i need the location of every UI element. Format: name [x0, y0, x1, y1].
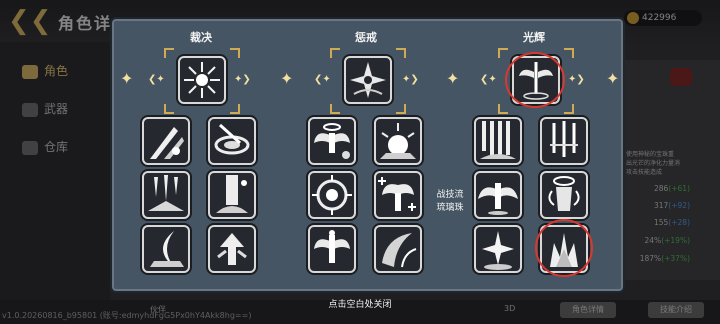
side-label-line: 琉璃珠 [436, 203, 464, 213]
pillar-strike-icon[interactable] [208, 171, 256, 219]
compass-star-icon[interactable] [344, 56, 392, 104]
dark-wing-icon[interactable] [374, 225, 422, 273]
chevron-left-icon: ❮✦ [480, 74, 497, 85]
blade-storm-icon[interactable] [142, 117, 190, 165]
triple-sword-icon[interactable] [540, 117, 588, 165]
angel-ring-icon[interactable] [540, 171, 588, 219]
column-title-radiance: 光辉 [523, 31, 545, 44]
star-ornament-icon: ✦ [446, 69, 460, 88]
angel-halo-icon[interactable] [308, 117, 356, 165]
star-ornament-icon: ✦ [120, 69, 134, 88]
arrow-up-icon[interactable] [208, 225, 256, 273]
chevron-left-icon: ❮✦ [148, 74, 165, 85]
side-label: 战技流 琉璃珠 [430, 189, 470, 215]
light-burst-icon[interactable] [474, 225, 522, 273]
side-label-line: 战技流 [436, 190, 464, 200]
chevron-left-icon: ❮✦ [314, 74, 331, 85]
sun-burst-icon[interactable] [374, 117, 422, 165]
radiant-burst-icon[interactable] [178, 56, 226, 104]
column-title-punishment: 惩戒 [355, 31, 377, 44]
highlight-circle [505, 52, 565, 108]
winged-plus-icon[interactable] [374, 171, 422, 219]
spike-shower-icon[interactable] [142, 171, 190, 219]
star-ornament-icon: ✦ [606, 69, 620, 88]
angel-light-icon[interactable] [308, 225, 356, 273]
crescent-wing-icon[interactable] [142, 225, 190, 273]
close-hint[interactable]: 点击空白处关闭 [0, 297, 720, 310]
vortex-slash-icon[interactable] [208, 117, 256, 165]
highlight-circle [535, 219, 593, 277]
sun-ring-icon[interactable] [308, 171, 356, 219]
talent-panel: 裁决 惩戒 光辉 ✦ ❮✦ ✦❯ ✦ ❮✦ ✦❯ ✦ ❮✦ ✦❯ ✦ 战技流 琉… [110, 17, 625, 293]
winged-angel-icon[interactable] [474, 171, 522, 219]
star-ornament-icon: ✦ [280, 69, 294, 88]
column-title-judgment: 裁决 [190, 31, 212, 44]
light-fall-icon[interactable] [474, 117, 522, 165]
